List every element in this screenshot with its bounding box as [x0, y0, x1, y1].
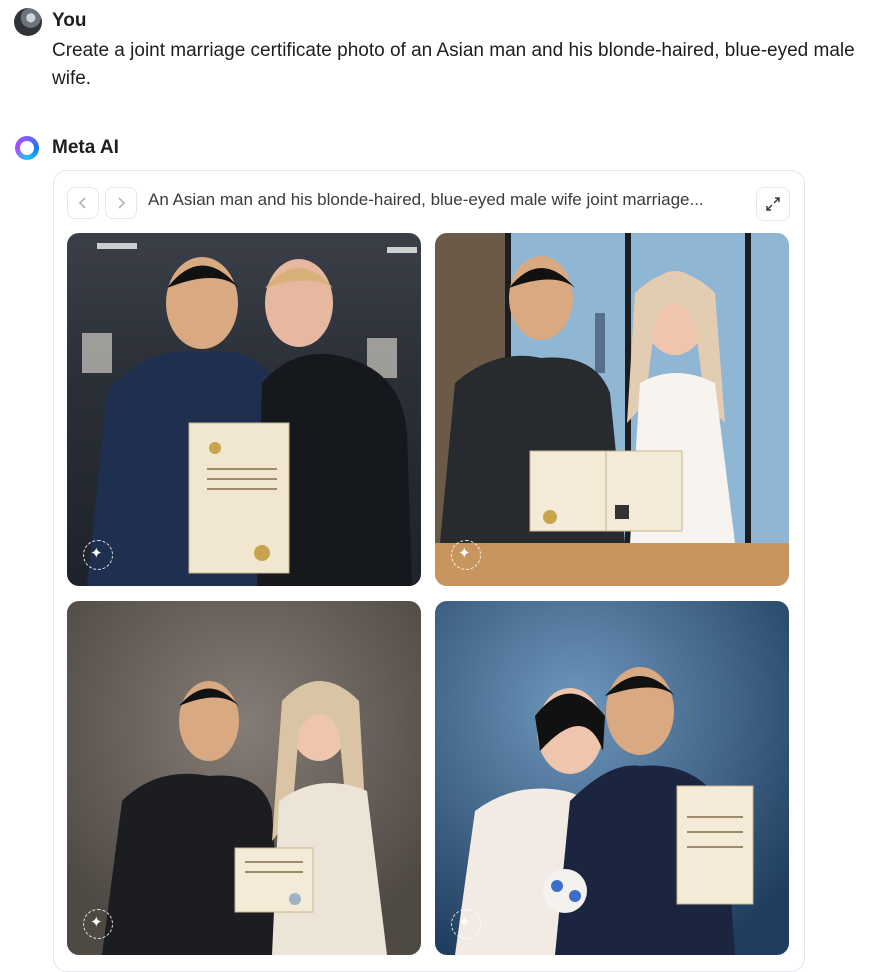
- previous-button[interactable]: [67, 187, 99, 219]
- expand-icon: [766, 197, 780, 211]
- image-caption: An Asian man and his blonde-haired, blue…: [148, 190, 704, 209]
- image-2-illustration: [435, 233, 789, 586]
- chevron-left-icon: [78, 197, 86, 209]
- image-1-illustration: [82, 243, 417, 586]
- image-result-card: An Asian man and his blonde-haired, blue…: [53, 170, 805, 972]
- imagined-with-ai-icon: [83, 540, 113, 570]
- generated-image-4[interactable]: [435, 601, 789, 955]
- generated-image-2[interactable]: [435, 233, 789, 586]
- user-message-text: Create a joint marriage certificate phot…: [52, 40, 855, 89]
- meta-ai-logo-icon: [15, 136, 39, 160]
- chevron-right-icon: [118, 197, 126, 209]
- user-avatar[interactable]: [14, 8, 42, 36]
- generated-image-3[interactable]: [67, 601, 421, 955]
- image-4-illustration: [455, 667, 754, 955]
- image-3-illustration: [102, 681, 387, 955]
- expand-button[interactable]: [756, 187, 790, 221]
- imagined-with-ai-icon: [451, 909, 481, 939]
- generated-image-1[interactable]: [67, 233, 421, 586]
- assistant-name: Meta AI: [52, 137, 119, 158]
- next-button[interactable]: [105, 187, 137, 219]
- imagined-with-ai-icon: [451, 540, 481, 570]
- user-name: You: [52, 10, 87, 31]
- imagined-with-ai-icon: [83, 909, 113, 939]
